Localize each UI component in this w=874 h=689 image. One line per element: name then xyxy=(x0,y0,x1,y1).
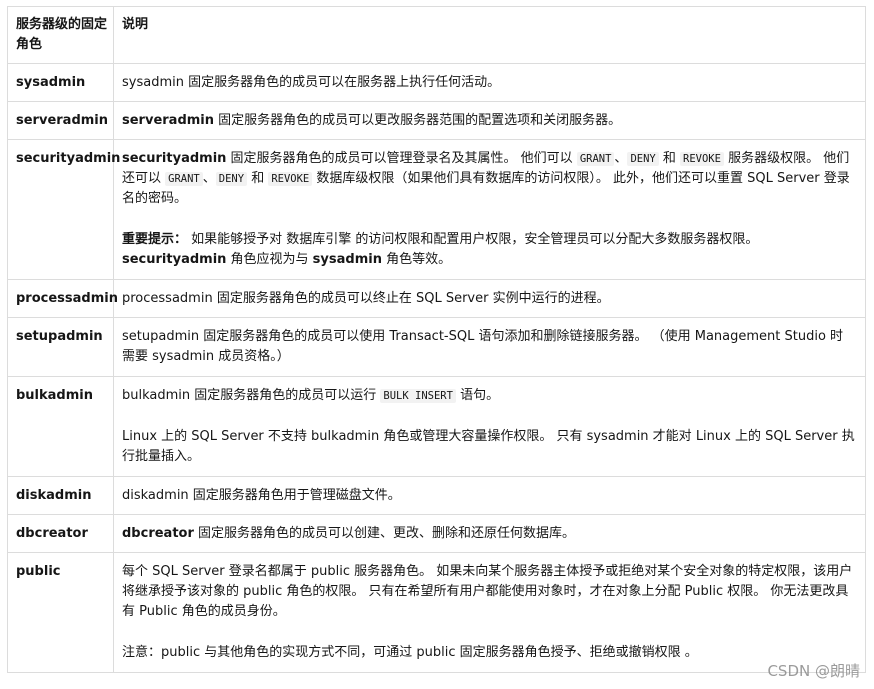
public-note: 注意：public 与其他角色的实现方式不同，可通过 public 固定服务器角… xyxy=(122,645,698,660)
role-description: serveradmin 固定服务器角色的成员可以更改服务器范围的配置选项和关闭服… xyxy=(113,101,866,140)
role-description: 每个 SQL Server 登录名都属于 public 服务器角色。 如果未向某… xyxy=(113,552,866,673)
role-description: sysadmin 固定服务器角色的成员可以在服务器上执行任何活动。 xyxy=(113,63,866,102)
code-grant: GRANT xyxy=(165,172,203,186)
description-paragraph: securityadmin 固定服务器角色的成员可以管理登录名及其属性。 他们可… xyxy=(122,151,850,206)
important-note: 重要提示： 如果能够授予对 数据库引擎 的访问权限和配置用户权限，安全管理员可以… xyxy=(122,232,759,267)
role-description: setupadmin 固定服务器角色的成员可以使用 Transact-SQL 语… xyxy=(113,317,866,377)
role-name: dbcreator xyxy=(7,514,114,553)
table-row: serveradmin serveradmin 固定服务器角色的成员可以更改服务… xyxy=(7,101,866,140)
table-row: setupadmin setupadmin 固定服务器角色的成员可以使用 Tra… xyxy=(7,317,866,377)
role-name: setupadmin xyxy=(7,317,114,377)
role-description: securityadmin 固定服务器角色的成员可以管理登录名及其属性。 他们可… xyxy=(113,139,866,280)
table-row: bulkadmin bulkadmin 固定服务器角色的成员可以运行 BULK … xyxy=(7,376,866,477)
linux-note: Linux 上的 SQL Server 不支持 bulkadmin 角色或管理大… xyxy=(122,429,855,464)
description-paragraph: bulkadmin 固定服务器角色的成员可以运行 BULK INSERT 语句。 xyxy=(122,388,500,403)
role-description: bulkadmin 固定服务器角色的成员可以运行 BULK INSERT 语句。… xyxy=(113,376,866,477)
code-bulk-insert: BULK INSERT xyxy=(380,389,456,403)
role-name: securityadmin xyxy=(7,139,120,280)
code-revoke: REVOKE xyxy=(680,152,724,166)
description-paragraph: 每个 SQL Server 登录名都属于 public 服务器角色。 如果未向某… xyxy=(122,564,853,619)
role-name: diskadmin xyxy=(7,476,114,515)
role-description: dbcreator 固定服务器角色的成员可以创建、更改、删除和还原任何数据库。 xyxy=(113,514,866,553)
table-row: sysadmin sysadmin 固定服务器角色的成员可以在服务器上执行任何活… xyxy=(7,63,866,102)
code-revoke: REVOKE xyxy=(268,172,313,186)
header-description: 说明 xyxy=(113,6,866,64)
table-row: public 每个 SQL Server 登录名都属于 public 服务器角色… xyxy=(7,552,866,673)
role-name: sysadmin xyxy=(7,63,114,102)
code-grant: GRANT xyxy=(576,152,615,166)
role-description: diskadmin 固定服务器角色用于管理磁盘文件。 xyxy=(113,476,866,515)
table-row: diskadmin diskadmin 固定服务器角色用于管理磁盘文件。 xyxy=(7,476,866,515)
code-deny: DENY xyxy=(215,172,248,186)
table-row: dbcreator dbcreator 固定服务器角色的成员可以创建、更改、删除… xyxy=(7,514,866,553)
table-header-row: 服务器级的固定角色 说明 xyxy=(7,6,866,64)
code-deny: DENY xyxy=(627,152,659,166)
role-name: serveradmin xyxy=(7,101,114,140)
table-row: securityadmin securityadmin 固定服务器角色的成员可以… xyxy=(7,139,866,280)
server-roles-table: 服务器级的固定角色 说明 sysadmin sysadmin 固定服务器角色的成… xyxy=(7,6,866,673)
role-description: processadmin 固定服务器角色的成员可以终止在 SQL Server … xyxy=(113,279,866,318)
table-row: processadmin processadmin 固定服务器角色的成员可以终止… xyxy=(7,279,866,318)
csdn-watermark: CSDN @朗晴 xyxy=(767,662,860,680)
role-name: public xyxy=(7,552,114,673)
role-name: processadmin xyxy=(7,279,118,318)
header-role: 服务器级的固定角色 xyxy=(7,6,114,64)
role-name: bulkadmin xyxy=(7,376,114,477)
